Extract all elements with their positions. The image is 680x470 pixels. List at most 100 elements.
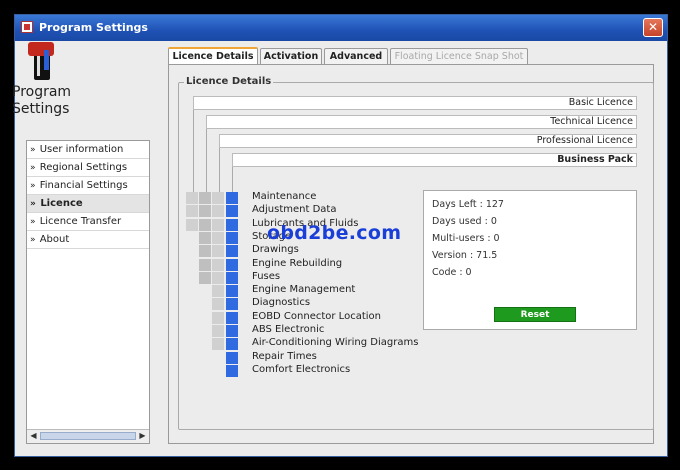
tier-cell — [212, 325, 224, 337]
tier-cell — [212, 271, 224, 284]
chevron-right-icon: » — [30, 163, 36, 173]
tab-licence-details[interactable]: Licence Details — [168, 47, 258, 64]
tier-cell — [199, 205, 211, 218]
included-cell — [226, 311, 238, 324]
included-cell — [226, 351, 238, 364]
app-name-line2: Settings — [12, 101, 70, 117]
chevron-right-icon: » — [30, 199, 36, 209]
tree-line — [206, 129, 207, 192]
tier-cell — [212, 338, 224, 351]
tier-cell — [186, 192, 198, 204]
app-name: Program Settings — [12, 84, 71, 118]
included-cell — [226, 271, 238, 284]
nav-item-label: Licence Transfer — [39, 216, 122, 227]
tier-cell — [212, 205, 224, 218]
included-cell — [226, 205, 238, 218]
tier-cell — [186, 205, 198, 218]
nav-item-financial-settings[interactable]: » Financial Settings — [27, 177, 149, 195]
feature-label: Maintenance — [252, 191, 317, 202]
chevron-right-icon: » — [30, 145, 36, 155]
included-cell — [226, 218, 238, 231]
nav-item-label: About — [39, 234, 70, 245]
tier-cell — [199, 192, 211, 204]
group-label: Licence Details — [184, 76, 274, 87]
included-cell — [226, 364, 238, 377]
nav-item-user-information[interactable]: » User information — [27, 141, 149, 159]
days-used: Days used : 0 — [432, 216, 497, 227]
nav-item-licence-transfer[interactable]: » Licence Transfer — [27, 213, 149, 231]
title-bar: Program Settings ✕ — [15, 15, 667, 41]
included-cell — [226, 338, 238, 351]
feature-label: Engine Management — [252, 284, 356, 296]
tier-cell — [212, 311, 224, 324]
tier-professional-licence: Professional Licence — [219, 134, 637, 148]
feature-label: Comfort Electronics — [252, 363, 351, 375]
scroll-left-icon[interactable]: ◀ — [28, 431, 39, 441]
tree-line — [193, 110, 194, 192]
tier-cell — [212, 285, 224, 298]
included-cell — [226, 298, 238, 311]
tier-cell — [199, 271, 211, 284]
tier-cell — [212, 258, 224, 271]
feature-label: Repair Times — [252, 350, 317, 362]
nav-item-regional-settings[interactable]: » Regional Settings — [27, 159, 149, 177]
tier-cell — [212, 298, 224, 311]
tier-cell — [212, 245, 224, 258]
tier-cell — [199, 231, 211, 244]
tier-cell — [199, 245, 211, 258]
nav-item-licence[interactable]: » Licence — [27, 195, 149, 213]
tier-basic-licence: Basic Licence — [193, 96, 637, 110]
tier-cell — [212, 192, 224, 204]
nav-item-about[interactable]: » About — [27, 231, 149, 249]
included-cell — [226, 258, 238, 271]
scroll-right-icon[interactable]: ▶ — [137, 431, 148, 441]
app-icon — [21, 21, 33, 33]
reset-button[interactable]: Reset — [494, 307, 576, 322]
app-name-line1: Program — [12, 84, 72, 100]
tier-cell — [186, 218, 198, 231]
tree-line — [219, 148, 220, 192]
included-cell — [226, 285, 238, 298]
days-left: Days Left : 127 — [432, 199, 504, 210]
tree-line — [232, 167, 233, 192]
tier-business-pack: Business Pack — [232, 153, 637, 167]
multi-users: Multi-users : 0 — [432, 233, 500, 244]
feature-label: Drawings — [252, 244, 299, 256]
window-title: Program Settings — [39, 21, 148, 34]
close-button[interactable]: ✕ — [643, 18, 663, 37]
nav-item-label: Regional Settings — [39, 162, 128, 173]
tier-cell — [199, 218, 211, 231]
included-cell — [226, 245, 238, 258]
settings-nav-list: » User information » Regional Settings »… — [26, 140, 150, 444]
scrollbar-thumb[interactable] — [40, 432, 136, 440]
watermark: obd2be.com — [267, 222, 402, 244]
nav-item-label: Financial Settings — [39, 180, 128, 191]
feature-label: Fuses — [252, 270, 281, 282]
included-cell — [226, 231, 238, 244]
nav-item-label: User information — [39, 144, 124, 155]
tier-cell — [199, 258, 211, 271]
feature-label: EOBD Connector Location — [252, 310, 381, 322]
chevron-right-icon: » — [30, 217, 36, 227]
licence-info-box: Days Left : 127 Days used : 0 Multi-user… — [423, 190, 637, 330]
tab-advanced[interactable]: Advanced — [324, 48, 388, 64]
chevron-right-icon: » — [30, 181, 36, 191]
code: Code : 0 — [432, 267, 472, 278]
feature-label: Engine Rebuilding — [252, 257, 343, 269]
feature-label: Air-Conditioning Wiring Diagrams — [252, 337, 419, 349]
feature-label: ABS Electronic — [252, 324, 325, 335]
tools-logo-icon — [24, 42, 60, 82]
nav-item-label: Licence — [40, 198, 83, 209]
tier-technical-licence: Technical Licence — [206, 115, 637, 129]
chevron-right-icon: » — [30, 235, 36, 245]
tier-cell — [212, 231, 224, 244]
tab-activation[interactable]: Activation — [260, 48, 322, 64]
feature-label: Diagnostics — [252, 297, 311, 309]
horizontal-scrollbar[interactable]: ◀ ▶ — [27, 429, 149, 443]
included-cell — [226, 325, 238, 337]
tier-cell — [212, 218, 224, 231]
included-cell — [226, 192, 238, 204]
version: Version : 71.5 — [432, 250, 498, 261]
tab-floating-licence-snap-shot: Floating Licence Snap Shot — [390, 48, 528, 64]
feature-label: Adjustment Data — [252, 204, 337, 216]
